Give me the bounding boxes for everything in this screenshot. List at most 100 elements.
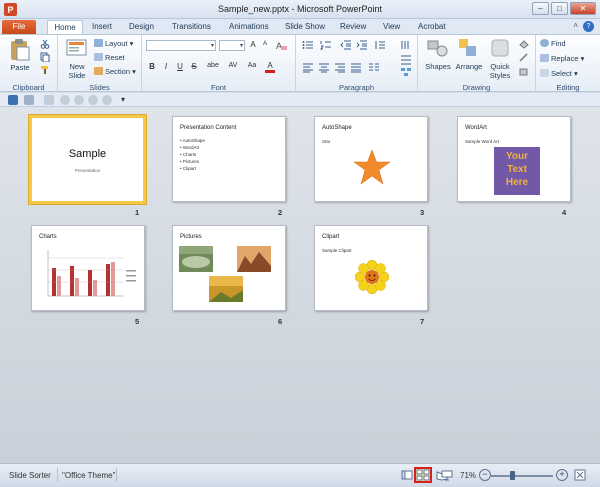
paste-button[interactable]: Paste [3, 63, 37, 72]
align-text-icon[interactable] [400, 55, 412, 65]
redo-icon[interactable] [44, 95, 54, 105]
tab-design[interactable]: Design [129, 20, 154, 34]
new-slide-button-line2[interactable]: Slide [62, 71, 92, 80]
shrink-font-button[interactable]: A [260, 41, 270, 47]
zoom-level[interactable]: 71% [460, 471, 476, 480]
slide-show-view-icon[interactable] [441, 469, 453, 481]
slide-thumbnail-3[interactable]: AutoShape Star [314, 116, 428, 202]
tab-animations[interactable]: Animations [229, 20, 269, 34]
new-slide-icon[interactable] [66, 38, 88, 58]
tab-view[interactable]: View [383, 20, 400, 34]
format-painter-icon[interactable] [40, 65, 50, 75]
replace-button[interactable]: Replace ▾ [540, 54, 584, 63]
qat-tool-2-icon[interactable] [74, 95, 84, 105]
clear-formatting-icon[interactable]: A [276, 40, 287, 51]
slide-number-3: 3 [420, 208, 425, 217]
slide-thumbnail-2[interactable]: Presentation Content • AutoShape • WordA… [172, 116, 286, 202]
wordart-line: Here [505, 177, 529, 188]
zoom-slider-thumb[interactable] [510, 471, 515, 480]
bold-button[interactable]: B [147, 62, 157, 71]
change-case-button[interactable]: Aa [245, 62, 259, 69]
slide-1-title: Sample [68, 148, 107, 160]
slide-thumbnail-4[interactable]: WordArt Sample Word Art Your Text Here [457, 116, 571, 202]
tab-transitions[interactable]: Transitions [172, 20, 211, 34]
zoom-slider[interactable] [491, 475, 553, 477]
window-title: Sample_new.pptx - Microsoft PowerPoint [217, 4, 383, 14]
text-direction-icon[interactable] [400, 39, 412, 51]
increase-indent-icon[interactable] [356, 40, 368, 50]
shape-fill-icon[interactable] [518, 39, 530, 49]
align-right-icon[interactable] [334, 63, 346, 73]
new-slide-button[interactable]: New [62, 62, 92, 71]
quick-styles-button-line2[interactable]: Styles [484, 71, 516, 80]
shapes-icon[interactable] [427, 39, 449, 59]
slide-4-title: WordArt [465, 125, 487, 131]
paste-icon[interactable] [8, 38, 32, 62]
char-spacing-button[interactable]: AV [226, 62, 240, 69]
smartart-icon[interactable] [400, 67, 412, 77]
tab-file[interactable]: File [2, 20, 36, 34]
font-group-label: Font [210, 83, 226, 92]
save-icon[interactable] [8, 95, 18, 105]
slide-thumbnail-1[interactable]: Sample Presentation [29, 115, 146, 204]
wordart-line: Your [505, 151, 529, 162]
qat-tool-1-icon[interactable] [60, 95, 70, 105]
customize-qat-icon[interactable]: ▾ [118, 95, 128, 105]
zoom-in-button[interactable]: + [556, 469, 568, 481]
underline-button[interactable]: U [175, 62, 185, 71]
slide-sorter-view-button[interactable] [414, 467, 432, 483]
arrange-icon[interactable] [458, 38, 478, 58]
tab-acrobat[interactable]: Acrobat [418, 20, 446, 34]
status-theme-name[interactable]: "Office Theme" [62, 471, 115, 480]
italic-button[interactable]: I [161, 62, 171, 71]
zoom-out-button[interactable]: − [479, 469, 491, 481]
quick-styles-button[interactable]: Quick [484, 62, 516, 71]
columns-icon[interactable] [368, 63, 380, 73]
shadow-button[interactable]: S [189, 62, 199, 71]
font-size-combo[interactable]: ▾ [219, 40, 245, 51]
section-button[interactable]: Section ▾ [94, 67, 136, 76]
undo-icon[interactable] [24, 95, 34, 105]
minimize-ribbon-icon[interactable]: ˄ [573, 21, 578, 30]
qat-tool-3-icon[interactable] [88, 95, 98, 105]
slide-thumbnail-6[interactable]: Pictures [172, 225, 286, 311]
cut-icon[interactable] [40, 39, 50, 49]
minimize-button[interactable]: – [532, 2, 549, 15]
align-center-icon[interactable] [318, 63, 330, 73]
grow-font-button[interactable]: A [248, 40, 258, 49]
text-shadow-button[interactable]: abe [204, 62, 222, 69]
help-icon[interactable]: ? [583, 21, 594, 32]
status-bar: Slide Sorter "Office Theme" 71% − + [0, 463, 600, 487]
normal-view-icon[interactable] [401, 469, 413, 481]
fit-to-window-icon[interactable] [574, 469, 586, 481]
close-button[interactable]: ✕ [570, 2, 596, 15]
slide-thumbnail-7[interactable]: Clipart Sample Clipart [314, 225, 428, 311]
bullets-icon[interactable] [302, 40, 314, 50]
maximize-button[interactable]: □ [551, 2, 568, 15]
tab-home[interactable]: Home [47, 20, 83, 34]
font-name-combo[interactable]: ▾ [146, 40, 216, 51]
numbering-icon[interactable] [320, 40, 332, 50]
shape-outline-icon[interactable] [518, 53, 530, 63]
align-left-icon[interactable] [302, 63, 314, 73]
select-button[interactable]: Select ▾ [540, 69, 578, 78]
quick-styles-icon[interactable] [490, 38, 510, 58]
shapes-button[interactable]: Shapes [422, 62, 454, 71]
decrease-indent-icon[interactable] [340, 40, 352, 50]
find-button[interactable]: Find [540, 39, 566, 48]
line-spacing-icon[interactable] [374, 40, 386, 50]
justify-icon[interactable] [350, 63, 362, 73]
slide-thumbnail-5[interactable]: Charts [31, 225, 145, 311]
layout-button[interactable]: Layout ▾ [94, 39, 133, 48]
tab-review[interactable]: Review [340, 20, 366, 34]
reset-button[interactable]: Reset [94, 53, 125, 62]
slide-2-bullet: • Charts [180, 152, 197, 157]
slide-number-1: 1 [135, 208, 140, 217]
shape-effects-icon[interactable] [518, 67, 530, 77]
tab-insert[interactable]: Insert [92, 20, 112, 34]
copy-icon[interactable] [40, 52, 50, 62]
qat-tool-4-icon[interactable] [102, 95, 112, 105]
tab-slide-show[interactable]: Slide Show [285, 20, 325, 34]
font-color-button[interactable]: A [265, 61, 275, 73]
arrange-button[interactable]: Arrange [452, 62, 486, 71]
